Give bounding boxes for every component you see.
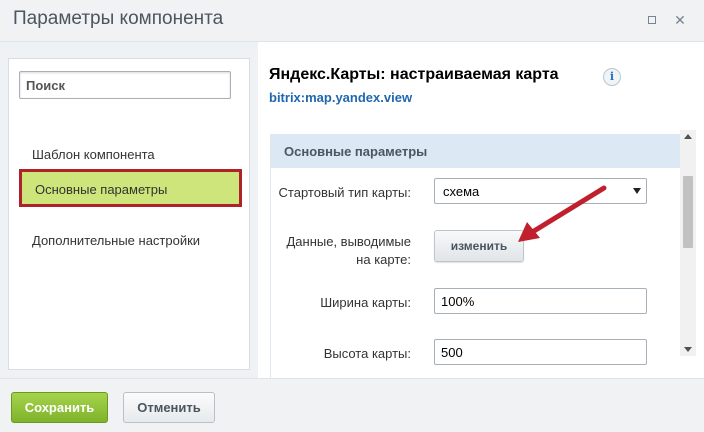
save-button[interactable]: Сохранить [11, 392, 108, 423]
info-icon[interactable]: i [603, 68, 621, 86]
component-title: Яндекс.Карты: настраиваемая карта [269, 66, 559, 83]
map-type-label: Стартовый тип карты: [278, 185, 411, 200]
params-scrollbar[interactable] [680, 130, 696, 356]
map-height-label: Высота карты: [323, 346, 411, 361]
maximize-icon[interactable] [645, 13, 659, 27]
map-data-label: Данные, выводимые на карте: [271, 233, 411, 269]
map-width-label: Ширина карты: [320, 295, 411, 310]
dialog-titlebar: Параметры компонента ✕ [0, 0, 704, 42]
scroll-up-arrow-icon[interactable] [684, 134, 692, 139]
dialog-footer: Сохранить Отменить [0, 378, 704, 432]
map-type-value: схема [443, 184, 480, 199]
dialog-body: Шаблон компонента Основные параметры Доп… [0, 42, 704, 378]
dialog-title: Параметры компонента [13, 8, 224, 29]
dropdown-arrow-icon [633, 188, 641, 194]
map-height-input[interactable] [434, 339, 647, 365]
sidebar: Шаблон компонента Основные параметры Доп… [8, 58, 250, 370]
scroll-thumb[interactable] [683, 176, 693, 248]
close-icon[interactable]: ✕ [673, 13, 687, 27]
sidebar-item-template[interactable]: Шаблон компонента [32, 147, 155, 162]
sidebar-item-main-params[interactable]: Основные параметры [19, 169, 242, 207]
change-button[interactable]: изменить [434, 230, 524, 262]
scroll-down-arrow-icon[interactable] [684, 347, 692, 352]
section-header[interactable]: Основные параметры [271, 134, 680, 168]
cancel-button[interactable]: Отменить [123, 392, 215, 423]
map-data-label-line1: Данные, выводимые [286, 234, 411, 249]
map-type-select[interactable]: схема [434, 178, 647, 204]
search-input[interactable] [19, 71, 231, 99]
sidebar-item-label: Основные параметры [35, 182, 168, 197]
sidebar-item-extra-settings[interactable]: Дополнительные настройки [32, 233, 200, 248]
params-panel: Основные параметры Стартовый тип карты: … [270, 134, 680, 378]
map-data-label-line2: на карте: [356, 252, 411, 267]
section-title: Основные параметры [284, 144, 428, 159]
map-width-input[interactable] [434, 288, 647, 314]
main-panel: Яндекс.Карты: настраиваемая карта i bitr… [258, 42, 704, 378]
component-code: bitrix:map.yandex.view [269, 90, 413, 105]
